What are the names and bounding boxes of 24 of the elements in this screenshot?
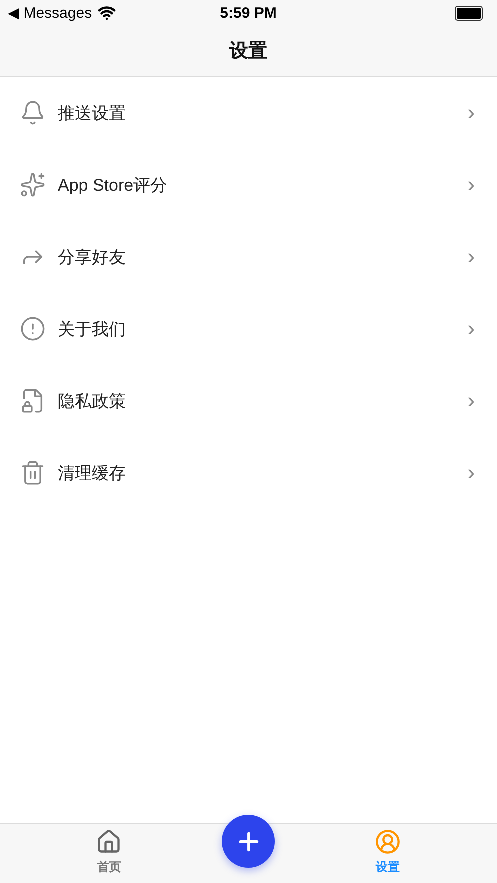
chevron-icon: › [468, 100, 475, 126]
user-circle-icon [374, 829, 401, 855]
sparkle-icon [20, 172, 46, 198]
settings-row[interactable]: 推送设置 › [0, 77, 497, 149]
wifi-icon [98, 4, 116, 22]
chevron-icon: › [468, 172, 475, 198]
back-to-app-link[interactable]: ◀ Messages [8, 4, 92, 22]
chevron-icon: › [468, 244, 475, 270]
house-icon [96, 829, 122, 855]
settings-row[interactable]: 关于我们 › [0, 293, 497, 365]
trash-icon [20, 460, 46, 486]
settings-row[interactable]: App Store评分 › [0, 149, 497, 221]
exclamation-circle-icon [20, 316, 46, 342]
settings-row[interactable]: 清理缓存 › [0, 437, 497, 509]
page-title: 设置 [230, 40, 268, 64]
bell-icon [20, 100, 46, 126]
battery-icon [455, 6, 483, 20]
tab-item[interactable]: 首页 [0, 824, 218, 878]
chevron-icon: › [468, 316, 475, 342]
settings-row[interactable]: 隐私政策 › [0, 365, 497, 437]
status-time: 5:59 PM [220, 4, 277, 22]
chevron-icon: › [468, 388, 475, 414]
settings-row[interactable]: 分享好友 › [0, 221, 497, 293]
chevron-icon: › [468, 460, 475, 486]
